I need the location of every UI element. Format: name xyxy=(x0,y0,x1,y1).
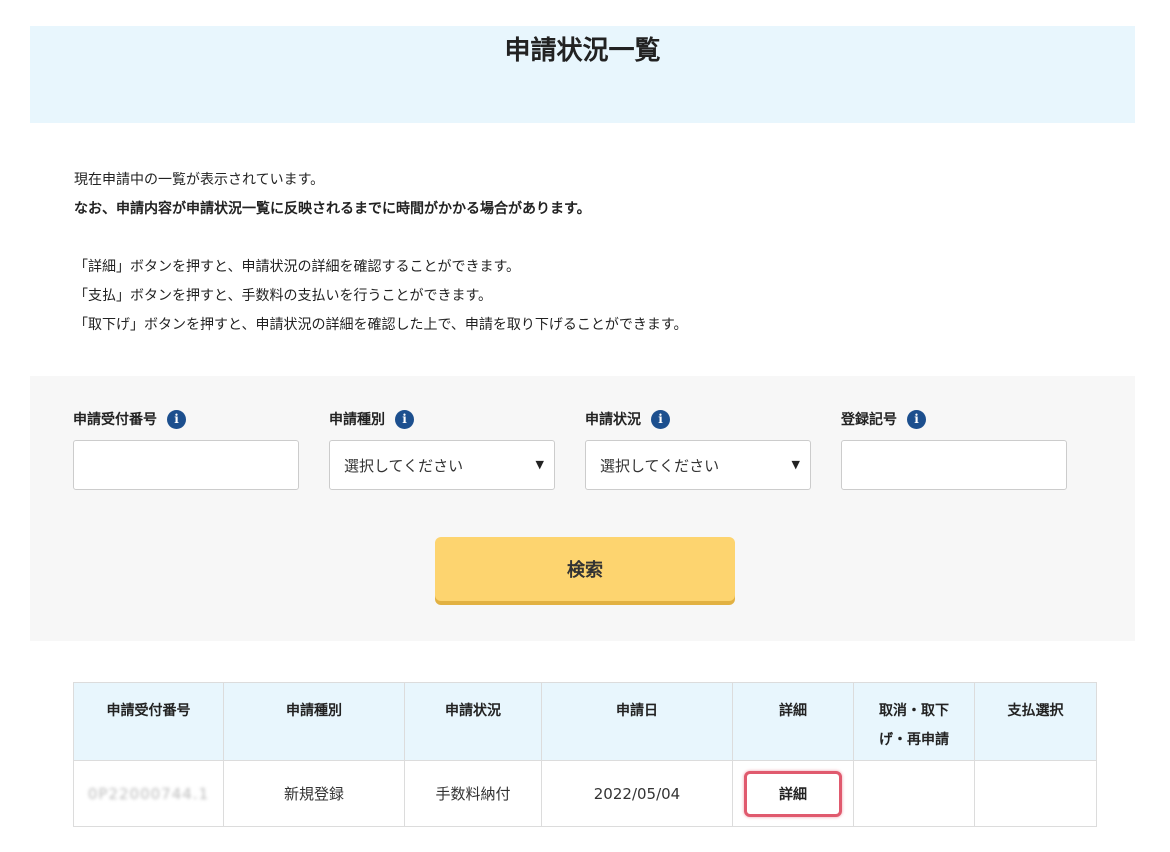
select-value: 選択してください xyxy=(600,456,720,475)
cell-date: 2022/05/04 xyxy=(541,760,733,827)
cell-cancel xyxy=(853,760,975,827)
page-header: 申請状況一覧 xyxy=(30,26,1135,123)
field-label: 登録記号 xyxy=(841,412,897,428)
column-header: 申請種別 xyxy=(223,682,405,761)
field-application-status: 申請状況 i 選択してください ▼ xyxy=(585,406,811,490)
column-header: 詳細 xyxy=(732,682,854,761)
info-icon[interactable]: i xyxy=(651,409,670,429)
results-table: 申請受付番号 申請種別 申請状況 申請日 詳細 取消・取下げ・再申請 支払選択 … xyxy=(73,682,1097,827)
column-header: 取消・取下げ・再申請 xyxy=(853,682,975,761)
column-header: 申請受付番号 xyxy=(73,682,224,761)
cell-payment xyxy=(974,760,1097,827)
field-label: 申請受付番号 xyxy=(73,412,157,428)
column-header: 支払選択 xyxy=(974,682,1097,761)
info-icon[interactable]: i xyxy=(395,409,414,429)
application-status-select[interactable]: 選択してください ▼ xyxy=(585,440,811,490)
chevron-down-icon: ▼ xyxy=(535,458,544,471)
table-header-row: 申請受付番号 申請種別 申請状況 申請日 詳細 取消・取下げ・再申請 支払選択 xyxy=(73,682,1097,761)
table-row: 0P22000744.1 新規登録 手数料納付 2022/05/04 詳細 xyxy=(73,760,1097,827)
field-registration-mark: 登録記号 i xyxy=(841,406,1067,490)
search-panel: 申請受付番号 i 申請種別 i 選択してください ▼ 申請状況 i 選択してくだ… xyxy=(30,376,1135,641)
intro-line: 「取下げ」ボタンを押すと、申請状況の詳細を確認した上で、申請を取り下げることがで… xyxy=(74,317,688,333)
info-icon[interactable]: i xyxy=(907,409,926,429)
application-type-select[interactable]: 選択してください ▼ xyxy=(329,440,555,490)
detail-button[interactable]: 詳細 xyxy=(744,770,842,817)
column-header: 申請状況 xyxy=(404,682,542,761)
intro-notice: なお、申請内容が申請状況一覧に反映されるまでに時間がかかる場合があります。 xyxy=(74,201,591,217)
search-button[interactable]: 検索 xyxy=(435,537,735,601)
cell-type: 新規登録 xyxy=(223,760,405,827)
cell-status: 手数料納付 xyxy=(404,760,542,827)
field-label: 申請状況 xyxy=(585,412,641,428)
field-application-type: 申請種別 i 選択してください ▼ xyxy=(329,406,555,490)
page-title: 申請状況一覧 xyxy=(504,36,661,66)
intro-line: 「支払」ボタンを押すと、手数料の支払いを行うことができます。 xyxy=(74,288,493,304)
receipt-number-input[interactable] xyxy=(73,440,299,490)
intro-line: 「詳細」ボタンを押すと、申請状況の詳細を確認することができます。 xyxy=(74,259,521,275)
cell-receipt-number: 0P22000744.1 xyxy=(73,760,224,827)
intro-line: 現在申請中の一覧が表示されています。 xyxy=(74,172,325,188)
cell-detail: 詳細 xyxy=(732,760,854,827)
field-label: 申請種別 xyxy=(329,412,385,428)
info-icon[interactable]: i xyxy=(167,409,186,429)
select-value: 選択してください xyxy=(344,456,464,475)
intro-text: 現在申請中の一覧が表示されています。 なお、申請内容が申請状況一覧に反映されるま… xyxy=(74,166,687,340)
chevron-down-icon: ▼ xyxy=(791,458,800,471)
field-receipt-number: 申請受付番号 i xyxy=(73,406,299,490)
column-header: 申請日 xyxy=(541,682,733,761)
registration-mark-input[interactable] xyxy=(841,440,1067,490)
